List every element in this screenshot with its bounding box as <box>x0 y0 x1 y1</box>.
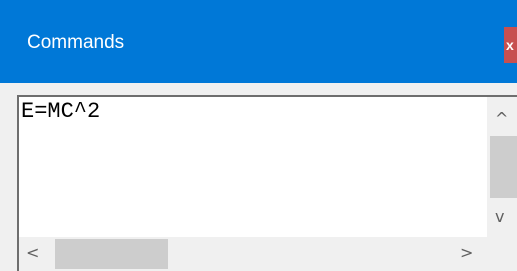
scroll-right-icon[interactable]: > <box>460 245 473 261</box>
scrollbar-corner <box>487 237 517 271</box>
close-icon: x <box>506 37 514 53</box>
commands-textarea[interactable]: E=MC^2 ^ v < > <box>17 95 517 271</box>
commands-window: Commands x E=MC^2 ^ v < > <box>0 0 517 271</box>
close-button[interactable]: x <box>504 27 517 63</box>
scroll-down-icon[interactable]: v <box>495 209 504 225</box>
horizontal-scroll-thumb[interactable] <box>55 239 168 269</box>
vertical-scrollbar[interactable]: ^ v <box>487 97 517 237</box>
scroll-up-icon[interactable]: ^ <box>495 111 508 127</box>
horizontal-scrollbar[interactable]: < > <box>19 237 487 271</box>
textarea-content[interactable]: E=MC^2 <box>21 99 100 125</box>
title-bar[interactable]: Commands x <box>0 0 517 83</box>
window-title: Commands <box>27 32 125 53</box>
scroll-left-icon[interactable]: < <box>26 245 39 261</box>
vertical-scroll-thumb[interactable] <box>490 136 517 198</box>
